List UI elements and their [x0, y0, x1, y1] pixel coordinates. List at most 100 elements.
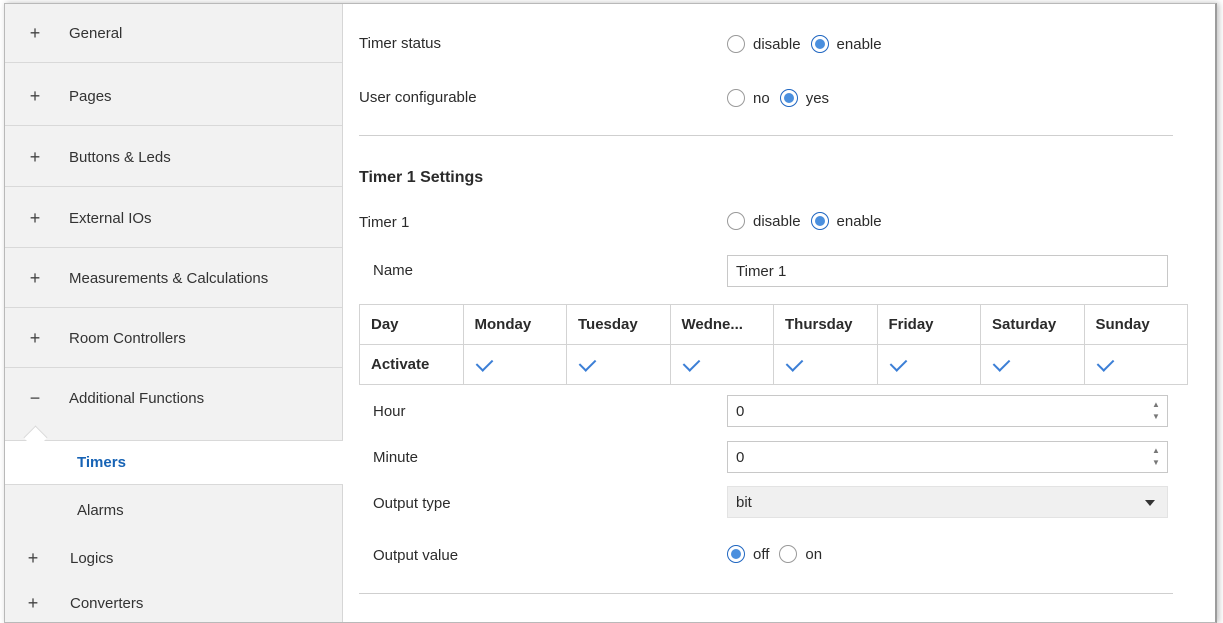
sidebar-item-label: Measurements & Calculations [69, 269, 269, 287]
table-header-row: Day Monday Tuesday Wedne... Thursday Fri… [359, 304, 1188, 345]
expand-icon[interactable]: + [28, 86, 42, 107]
activate-monday-checkbox[interactable] [462, 344, 567, 385]
timer1-disable-radio[interactable] [727, 212, 745, 230]
sidebar-item-label: Buttons & Leds [69, 148, 171, 166]
spin-up-icon[interactable]: ▲ [1152, 400, 1160, 410]
activate-sunday-checkbox[interactable] [1083, 344, 1188, 385]
output-value-radio-group: off on [727, 545, 832, 563]
sidebar-item-label: Logics [70, 550, 114, 567]
divider [359, 593, 1173, 594]
collapse-icon[interactable]: − [28, 388, 42, 409]
radio-label: no [753, 89, 770, 107]
hour-value: 0 [736, 402, 745, 420]
spin-buttons[interactable]: ▲ ▼ [1151, 446, 1161, 468]
radio-label: enable [836, 212, 882, 230]
day-column-header: Friday [876, 304, 981, 345]
sidebar-subitem-timers[interactable]: Timers [5, 440, 343, 485]
hour-stepper[interactable]: 0 ▲ ▼ [727, 395, 1168, 427]
app-window: + General + Pages + Buttons & Leds + Ext… [4, 3, 1217, 623]
checkmark-icon [889, 354, 907, 372]
minute-value: 0 [736, 448, 745, 466]
checkmark-icon [578, 354, 597, 372]
sidebar: + General + Pages + Buttons & Leds + Ext… [5, 4, 343, 622]
sidebar-item-external-ios[interactable]: + External IOs [5, 189, 342, 248]
sidebar-item-additional-functions[interactable]: − Additional Functions [5, 369, 342, 428]
sidebar-item-label: Alarms [77, 502, 124, 519]
checkmark-icon [785, 354, 804, 372]
output-value-off-radio[interactable] [727, 545, 745, 563]
sidebar-item-label: Converters [70, 595, 144, 612]
sidebar-subitem-alarms[interactable]: Alarms [5, 488, 342, 533]
sidebar-item-pages[interactable]: + Pages [5, 67, 342, 126]
sidebar-item-label: General [69, 24, 123, 42]
name-input[interactable]: Timer 1 [727, 255, 1168, 287]
activate-tuesday-checkbox[interactable] [566, 344, 671, 385]
hour-label: Hour [373, 403, 406, 420]
activate-friday-checkbox[interactable] [876, 344, 981, 385]
day-column-header: Wedne... [669, 304, 774, 345]
expand-icon[interactable]: + [28, 208, 42, 229]
expand-icon[interactable]: + [28, 268, 42, 289]
minute-stepper[interactable]: 0 ▲ ▼ [727, 441, 1168, 473]
sidebar-item-label: Room Controllers [69, 329, 186, 347]
activate-label: Activate [359, 344, 464, 385]
radio-label: off [753, 545, 770, 563]
name-input-value: Timer 1 [736, 262, 787, 280]
sidebar-item-label: Additional Functions [69, 390, 205, 407]
day-column-header: Tuesday [566, 304, 671, 345]
day-column-header: Saturday [980, 304, 1085, 345]
expand-icon[interactable]: + [28, 147, 42, 168]
sidebar-item-general[interactable]: + General [5, 4, 342, 63]
user-configurable-label: User configurable [359, 89, 477, 106]
checkmark-icon [682, 354, 700, 372]
timer1-radio-group: disable enable [727, 212, 892, 230]
sidebar-item-measurements[interactable]: + Measurements & Calculations [5, 249, 342, 308]
output-type-label: Output type [373, 495, 451, 512]
expand-icon[interactable]: + [26, 593, 40, 614]
timer1-enable-radio[interactable] [810, 212, 829, 230]
sidebar-item-label: Timers [77, 454, 126, 471]
spin-up-icon[interactable]: ▲ [1152, 446, 1160, 456]
minute-label: Minute [373, 449, 419, 466]
output-value-on-radio[interactable] [779, 545, 798, 563]
sidebar-item-buttons-leds[interactable]: + Buttons & Leds [5, 128, 342, 187]
user-configurable-yes-radio[interactable] [779, 89, 798, 107]
expand-icon[interactable]: + [28, 328, 42, 349]
sidebar-item-converters[interactable]: + Converters [5, 581, 342, 622]
radio-label: on [805, 545, 823, 563]
day-table: Day Monday Tuesday Wedne... Thursday Fri… [359, 304, 1188, 385]
radio-label: disable [753, 35, 801, 53]
user-configurable-no-radio[interactable] [727, 89, 745, 107]
spin-down-icon[interactable]: ▼ [1152, 458, 1160, 468]
activate-thursday-checkbox[interactable] [773, 344, 878, 385]
spin-buttons[interactable]: ▲ ▼ [1151, 400, 1161, 422]
user-configurable-radio-group: no yes [727, 89, 839, 107]
day-column-header: Thursday [773, 304, 878, 345]
activate-saturday-checkbox[interactable] [980, 344, 1085, 385]
spin-down-icon[interactable]: ▼ [1152, 412, 1160, 422]
day-column-header: Sunday [1083, 304, 1188, 345]
settings-panel: Timer status disable enable User configu… [343, 4, 1215, 622]
output-type-select[interactable]: bit [727, 486, 1168, 518]
activate-wednesday-checkbox[interactable] [669, 344, 774, 385]
sidebar-item-label: Pages [69, 87, 112, 105]
timer-status-enable-radio[interactable] [810, 35, 829, 53]
checkmark-icon [475, 354, 493, 372]
checkmark-icon [1096, 354, 1114, 372]
expand-icon[interactable]: + [26, 548, 40, 569]
name-label: Name [373, 262, 414, 279]
sidebar-item-logics[interactable]: + Logics [5, 536, 342, 581]
day-column-header: Monday [462, 304, 567, 345]
radio-label: enable [836, 35, 882, 53]
expand-icon[interactable]: + [28, 23, 42, 44]
timer1-label: Timer 1 [359, 214, 410, 231]
table-row: Activate [359, 344, 1188, 385]
chevron-down-icon [1145, 500, 1155, 506]
radio-label: disable [753, 212, 801, 230]
section-title: Timer 1 Settings [359, 169, 484, 186]
sidebar-item-room-controllers[interactable]: + Room Controllers [5, 309, 342, 368]
radio-label: yes [805, 89, 830, 107]
timer-status-disable-radio[interactable] [727, 35, 745, 53]
day-header: Day [359, 304, 464, 345]
sidebar-item-label: External IOs [69, 209, 152, 227]
